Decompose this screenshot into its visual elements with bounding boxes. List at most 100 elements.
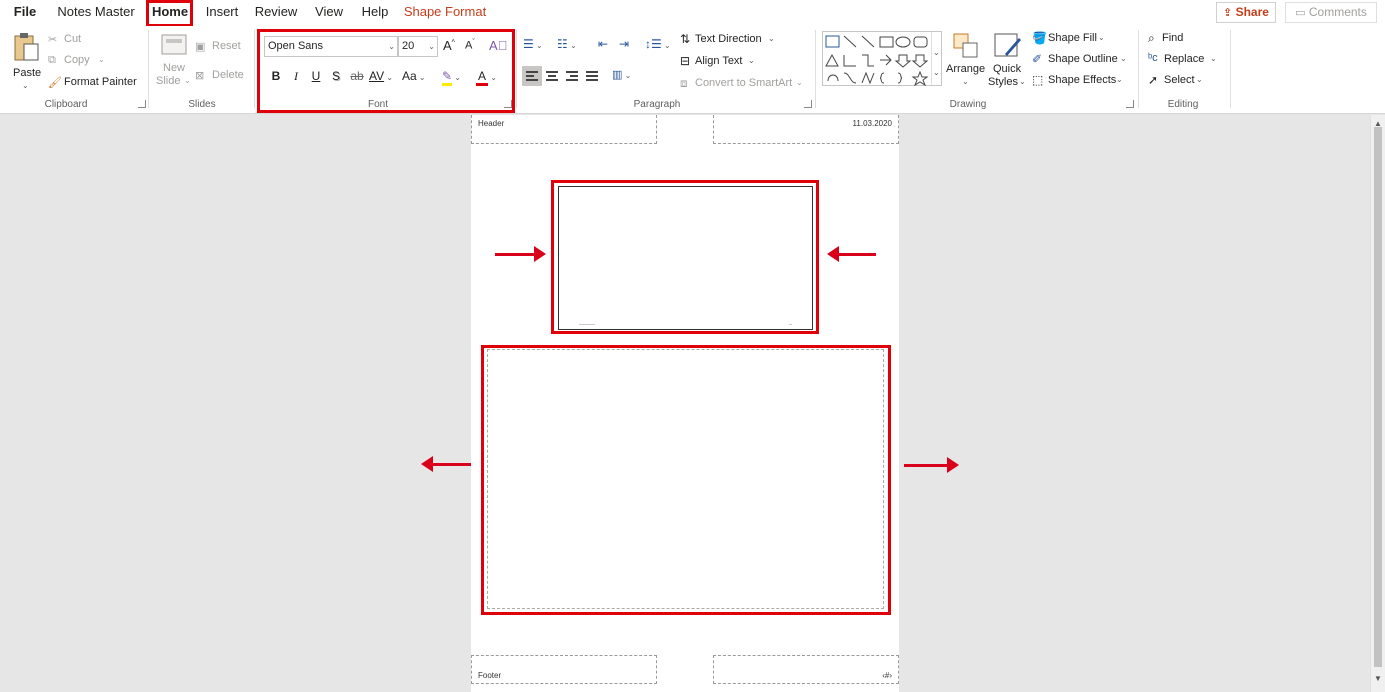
align-right-button[interactable] [562, 66, 582, 86]
cut-label: Cut [64, 33, 82, 45]
quick-styles-label-line2: Styles [988, 76, 1018, 88]
drawing-dialog-launcher-icon[interactable] [1126, 100, 1134, 108]
line-spacing-dropdown-icon[interactable]: ⌄ [662, 41, 671, 50]
shapes-gallery[interactable]: ⌄ ⌄ [822, 31, 942, 86]
editing-group-label: Editing [1167, 99, 1199, 110]
font-size-dropdown-icon[interactable]: ⌄ [428, 37, 435, 56]
delete-label: Delete [212, 69, 244, 81]
tab-help[interactable]: Help [356, 0, 394, 26]
scroll-down-icon[interactable]: ▼ [1374, 674, 1382, 683]
align-left-button[interactable] [522, 66, 542, 86]
align-center-button[interactable] [542, 66, 562, 86]
header-text: Header [478, 119, 505, 128]
tab-home[interactable]: Home [150, 0, 190, 26]
bold-button[interactable]: B [268, 68, 284, 84]
paste-button[interactable]: Paste ⌄ [8, 30, 44, 92]
font-name-combobox[interactable]: Open Sans ⌄ [264, 36, 398, 57]
notes-body-placeholder[interactable] [487, 349, 884, 609]
slides-group-label: Slides [188, 99, 216, 110]
paste-dropdown-icon[interactable]: ⌄ [22, 81, 29, 90]
shrink-font-button[interactable]: Aˇ [465, 39, 475, 52]
gallery-scroll-down-icon[interactable]: ⌄ [933, 48, 940, 57]
bullets-button[interactable]: ☰ ⌄ [523, 37, 543, 51]
columns-dropdown-icon[interactable]: ⌄ [622, 71, 632, 80]
paragraph-dialog-launcher-icon[interactable] [804, 100, 812, 108]
copy-dropdown-icon[interactable]: ⌄ [98, 55, 105, 64]
scrollbar-thumb[interactable] [1374, 127, 1382, 667]
decrease-indent-button[interactable]: ⇤ [598, 37, 608, 51]
slide-thumbnail-number-mark [789, 324, 792, 325]
justify-button[interactable] [582, 66, 602, 86]
text-shadow-button[interactable]: S [328, 68, 344, 84]
tab-insert[interactable]: Insert [200, 0, 244, 26]
clipboard-dialog-launcher-icon[interactable] [138, 100, 146, 108]
columns-button[interactable]: ▥ ⌄ [612, 68, 631, 81]
arrange-label: Arrange [946, 63, 986, 75]
replace-dropdown-icon[interactable]: ⌄ [1210, 54, 1217, 63]
italic-button[interactable]: I [288, 68, 304, 84]
tab-shape-format[interactable]: Shape Format [402, 0, 488, 26]
comments-button[interactable]: ▭ Comments [1285, 2, 1377, 23]
shapes-gallery-scroll[interactable]: ⌄ ⌄ [931, 32, 941, 85]
character-spacing-icon: AV [369, 69, 385, 83]
arrow-right-inward-icon [495, 246, 546, 262]
arrange-button[interactable]: Arrange ⌄ [946, 30, 986, 92]
font-dialog-launcher-icon[interactable] [504, 100, 512, 108]
vertical-scrollbar[interactable]: ▲ ▼ [1370, 115, 1385, 692]
grow-font-button[interactable]: A^ [443, 38, 455, 53]
font-name-dropdown-icon[interactable]: ⌄ [388, 37, 395, 56]
character-spacing-dropdown-icon[interactable]: ⌄ [384, 73, 393, 82]
font-color-button[interactable]: A ⌄ [476, 68, 506, 86]
paintbrush-icon: 🖌 [48, 77, 62, 89]
gallery-expand-icon[interactable]: ⌄ [933, 68, 940, 77]
text-direction-dropdown-icon[interactable]: ⌄ [768, 34, 775, 43]
find-label: Find [1162, 32, 1184, 44]
bullets-dropdown-icon[interactable]: ⌄ [534, 41, 543, 50]
slide-image-placeholder[interactable] [558, 186, 813, 330]
new-slide-dropdown-icon[interactable]: ⌄ [184, 76, 191, 85]
footer-placeholder[interactable]: Footer [471, 655, 657, 684]
header-placeholder[interactable]: Header [471, 115, 657, 144]
select-dropdown-icon[interactable]: ⌄ [1196, 75, 1203, 84]
character-spacing-button[interactable]: AV ⌄ [369, 68, 399, 84]
font-color-dropdown-icon[interactable]: ⌄ [488, 73, 497, 82]
shape-fill-dropdown-icon[interactable]: ⌄ [1098, 33, 1105, 42]
line-spacing-button[interactable]: ↕☰ ⌄ [645, 37, 671, 51]
menu-bar: File Notes Master Home Insert Review Vie… [0, 0, 1385, 26]
scissors-icon: ✂ [48, 34, 58, 46]
convert-smartart-dropdown-icon[interactable]: ⌄ [796, 78, 803, 87]
date-placeholder[interactable]: 11.03.2020 [713, 115, 899, 144]
tab-notes-master[interactable]: Notes Master [54, 0, 138, 26]
quick-styles-button[interactable]: Quick Styles ⌄ [988, 30, 1028, 92]
reset-icon: ▣ [195, 41, 206, 53]
highlight-color-button[interactable]: ✎ ⌄ [442, 68, 472, 86]
arrange-dropdown-icon[interactable]: ⌄ [962, 77, 969, 86]
numbering-dropdown-icon[interactable]: ⌄ [568, 41, 577, 50]
align-text-dropdown-icon[interactable]: ⌄ [748, 56, 755, 65]
clear-formatting-button[interactable]: A⃠ [489, 38, 507, 53]
line-spacing-icon: ↕☰ [645, 37, 662, 51]
strikethrough-button[interactable]: ab [348, 68, 366, 84]
shape-effects-dropdown-icon[interactable]: ⌄ [1116, 75, 1123, 84]
shape-outline-dropdown-icon[interactable]: ⌄ [1120, 54, 1127, 63]
share-icon: ⇪ [1223, 7, 1233, 19]
tab-review[interactable]: Review [252, 0, 300, 26]
increase-indent-button[interactable]: ⇥ [619, 37, 629, 51]
change-case-button[interactable]: Aa ⌄ [402, 68, 430, 84]
underline-button[interactable]: U [308, 68, 324, 84]
page-number-placeholder[interactable]: ‹#› [713, 655, 899, 684]
font-size-combobox[interactable]: 20 ⌄ [398, 36, 438, 57]
tab-file[interactable]: File [8, 0, 42, 26]
tab-view[interactable]: View [310, 0, 348, 26]
replace-label: Replace [1164, 53, 1205, 65]
quick-styles-dropdown-icon[interactable]: ⌄ [1019, 77, 1026, 86]
share-button[interactable]: ⇪ Share [1216, 2, 1276, 23]
numbering-button[interactable]: ☷ ⌄ [557, 37, 577, 51]
arrow-left-outward-icon [421, 456, 471, 472]
change-case-dropdown-icon[interactable]: ⌄ [417, 73, 426, 82]
cursor-arrow-icon: ➚ [1148, 73, 1159, 87]
shape-fill-label: Shape Fill [1048, 32, 1097, 44]
new-slide-button[interactable]: New Slide ⌄ [156, 30, 192, 92]
quick-styles-label-line1: Quick [993, 63, 1022, 75]
highlight-color-dropdown-icon[interactable]: ⌄ [452, 73, 461, 82]
